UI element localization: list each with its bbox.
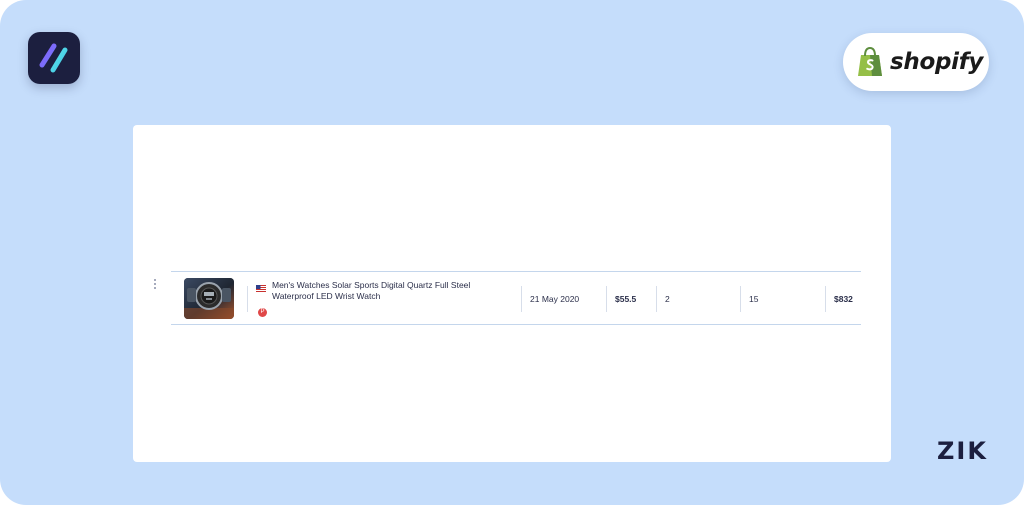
count-cell: 15 [749,294,759,304]
pinterest-icon[interactable]: P [258,308,267,317]
column-divider [656,286,657,312]
zik-logo: ZIK [937,437,988,465]
slash-stripes-logo-icon [39,43,68,73]
background-frame: shopify ZIK Men's Watches Solar Sports D… [0,0,1024,505]
us-flag-icon [256,285,266,292]
column-divider [521,286,522,312]
shopify-logo: shopify [843,33,989,91]
column-divider [606,286,607,312]
date-cell: 21 May 2020 [530,294,580,304]
product-image[interactable] [184,278,234,319]
shopping-bag-icon [858,46,882,76]
column-divider [740,286,741,312]
count-cell: 2 [665,294,670,304]
product-title[interactable]: Men's Watches Solar Sports Digital Quart… [272,280,492,302]
price-cell: $55.5 [615,294,637,304]
drag-handle-icon[interactable] [153,279,157,289]
table-row[interactable]: Men's Watches Solar Sports Digital Quart… [171,271,861,325]
column-divider [247,286,248,312]
app-logo [28,32,80,84]
revenue-cell: $832 [834,294,853,304]
column-divider [825,286,826,312]
shopify-wordmark: shopify [890,49,984,75]
